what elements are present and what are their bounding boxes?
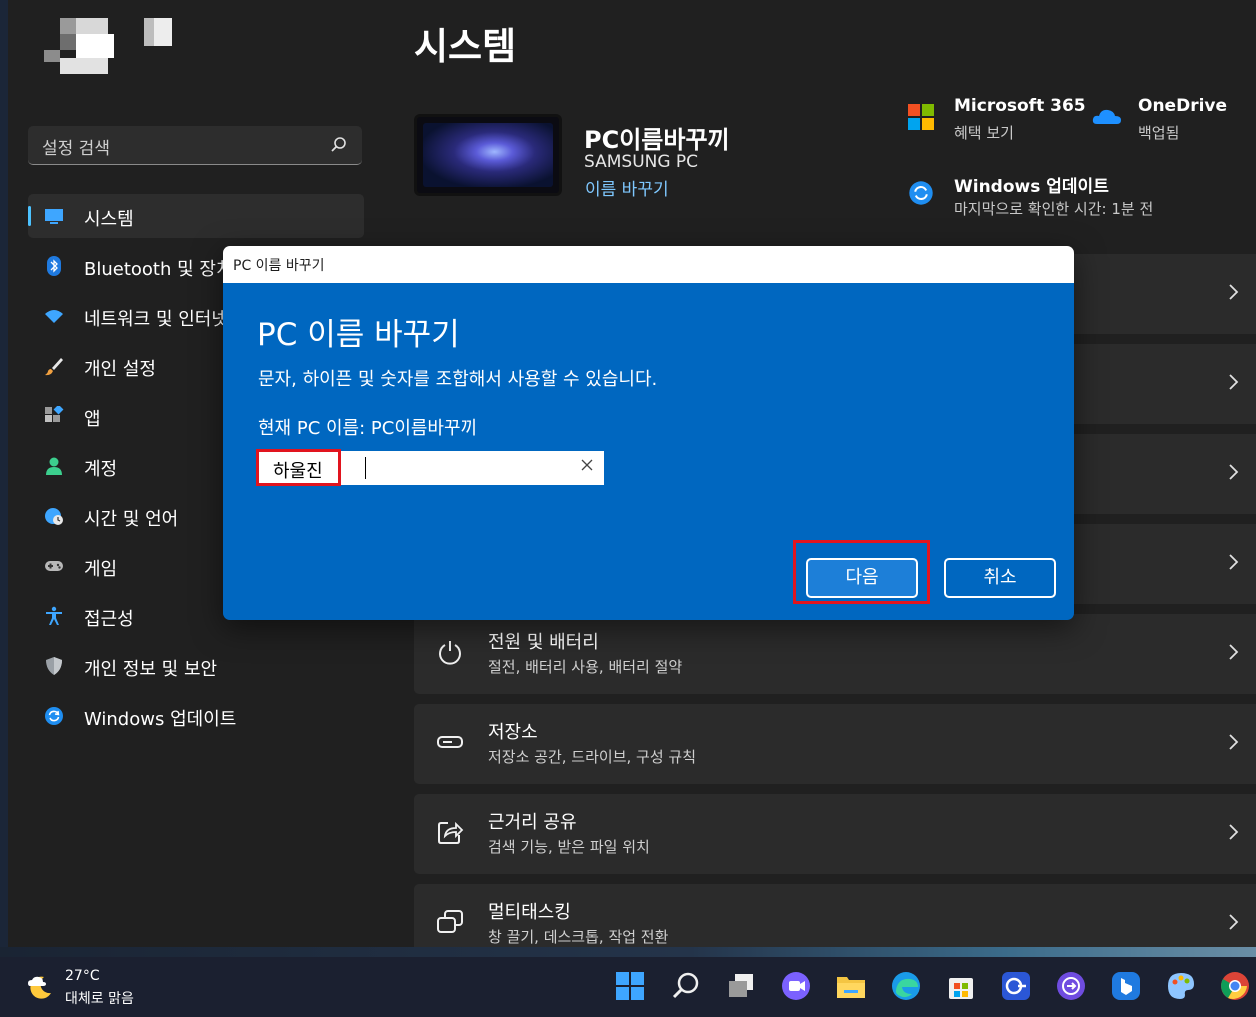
microsoft365-title[interactable]: Microsoft 365 [954, 96, 1086, 116]
shield-icon [46, 657, 62, 675]
sidebar-item-label: 개인 정보 및 보안 [84, 659, 218, 680]
chevron-right-icon [1229, 374, 1239, 390]
device-name: PC이름바꾸끼 [584, 126, 730, 154]
sidebar-item-label: 계정 [84, 459, 118, 480]
storage-icon [437, 736, 463, 748]
sidebar-item-privacy[interactable]: 개인 정보 및 보안 [28, 644, 364, 688]
settings-card-power[interactable]: 전원 및 배터리 절전, 배터리 사용, 배터리 절약 [414, 614, 1256, 694]
multitask-icon [437, 910, 463, 933]
windows-start-icon[interactable] [614, 970, 646, 1002]
card-title: 저장소 [488, 722, 538, 743]
rename-pc-dialog: PC 이름 바꾸기 PC 이름 바꾸기 문자, 하이픈 및 숫자를 조합해서 사… [223, 246, 1074, 620]
onedrive-icon[interactable] [1092, 106, 1122, 126]
file-explorer-icon[interactable] [835, 970, 867, 1002]
sidebar-item-label: 개인 설정 [84, 359, 156, 380]
highlight-box [793, 540, 930, 604]
rename-link[interactable]: 이름 바꾸기 [585, 175, 669, 200]
page-title: 시스템 [414, 25, 517, 68]
sidebar-item-label: 게임 [84, 559, 118, 580]
sidebar-item-windows-update[interactable]: Windows 업데이트 [28, 694, 364, 738]
onedrive-subtitle: 백업됨 [1138, 124, 1180, 142]
highlight-box [256, 449, 341, 486]
brush-icon [45, 358, 63, 376]
update-icon [45, 707, 63, 725]
system-icon [45, 209, 63, 224]
chat-icon[interactable] [780, 970, 812, 1002]
microsoft-logo-icon[interactable] [908, 104, 934, 130]
wifi-icon [45, 310, 63, 323]
sidebar-item-system[interactable]: 시스템 [28, 194, 364, 238]
apps-icon [45, 406, 64, 422]
settings-card-nearby-share[interactable]: 근거리 공유 검색 기능, 받은 파일 위치 [414, 794, 1256, 874]
current-pc-name: 현재 PC 이름: PC이름바꾸끼 [258, 418, 478, 439]
chevron-right-icon [1229, 734, 1239, 750]
sidebar-item-label: 앱 [84, 409, 101, 430]
share-icon [438, 821, 464, 844]
sidebar-item-label: Bluetooth 및 장치 [84, 259, 233, 280]
chevron-right-icon [1229, 824, 1239, 840]
active-indicator [28, 206, 31, 226]
person-icon [46, 457, 62, 475]
store-icon[interactable] [945, 970, 977, 1002]
microsoft365-subtitle: 혜택 보기 [954, 124, 1014, 142]
taskbar: 27°C 대체로 맑음 [0, 957, 1256, 1017]
settings-search-input[interactable]: 설정 검색 [28, 126, 362, 165]
card-subtitle: 절전, 배터리 사용, 배터리 절약 [488, 658, 683, 676]
search-placeholder: 설정 검색 [42, 139, 110, 159]
dialog-window-title: PC 이름 바꾸기 [233, 258, 325, 274]
cancel-button[interactable]: 취소 [944, 558, 1056, 598]
update-icon[interactable] [908, 180, 934, 206]
desktop-edge [0, 0, 8, 947]
card-subtitle: 저장소 공간, 드라이브, 구성 규칙 [488, 748, 697, 766]
chevron-right-icon [1229, 464, 1239, 480]
gamepad-icon [45, 561, 63, 571]
sidebar-item-label: 네트워크 및 인터넷 [84, 309, 228, 330]
device-model: SAMSUNG PC [584, 152, 699, 172]
windows-update-title[interactable]: Windows 업데이트 [954, 172, 1109, 197]
card-title: 전원 및 배터리 [488, 632, 599, 653]
sidebar-item-label: 시간 및 언어 [84, 509, 179, 530]
settings-card-multitasking[interactable]: 멀티태스킹 창 끌기, 데스크톱, 작업 전환 [414, 884, 1256, 947]
weather-description: 대체로 맑음 [65, 991, 134, 1007]
accessibility-icon [46, 606, 62, 625]
dialog-heading: PC 이름 바꾸기 [257, 317, 460, 353]
sidebar-item-label: 접근성 [84, 609, 134, 630]
chevron-right-icon [1229, 284, 1239, 300]
chevron-right-icon [1229, 914, 1239, 930]
task-view-icon[interactable] [725, 970, 757, 1002]
bluetooth-icon [47, 256, 61, 276]
onedrive-title[interactable]: OneDrive [1138, 96, 1227, 116]
paint-icon[interactable] [1165, 970, 1197, 1002]
device-wallpaper-thumbnail [414, 114, 562, 196]
card-title: 멀티태스킹 [488, 902, 571, 923]
chevron-right-icon [1229, 554, 1239, 570]
dialog-description: 문자, 하이픈 및 숫자를 조합해서 사용할 수 있습니다. [258, 369, 658, 390]
desktop-wallpaper-strip [0, 947, 1256, 957]
app-icon[interactable] [1055, 970, 1087, 1002]
dialog-body: PC 이름 바꾸기 문자, 하이픈 및 숫자를 조합해서 사용할 수 있습니다.… [223, 283, 1074, 620]
chrome-icon[interactable] [1219, 970, 1251, 1002]
card-subtitle: 창 끌기, 데스크톱, 작업 전환 [488, 928, 669, 946]
sidebar-item-label: 시스템 [84, 209, 134, 230]
card-subtitle: 검색 기능, 받은 파일 위치 [488, 838, 650, 856]
settings-card-storage[interactable]: 저장소 저장소 공간, 드라이브, 구성 규칙 [414, 704, 1256, 784]
user-avatar[interactable] [44, 14, 184, 78]
weather-temperature: 27°C [65, 968, 100, 984]
search-icon[interactable] [670, 970, 702, 1002]
weather-moon-cloud-icon[interactable] [24, 971, 54, 1001]
search-icon[interactable] [330, 136, 348, 154]
globe-clock-icon [45, 508, 63, 525]
clear-icon[interactable] [580, 458, 594, 472]
sidebar-item-label: Windows 업데이트 [84, 709, 237, 730]
power-icon [439, 641, 461, 665]
text-caret [365, 457, 366, 479]
windows-update-subtitle: 마지막으로 확인한 시간: 1분 전 [954, 200, 1154, 218]
app-icon[interactable] [1000, 970, 1032, 1002]
edge-icon[interactable] [890, 970, 922, 1002]
bing-icon[interactable] [1110, 970, 1142, 1002]
card-title: 근거리 공유 [488, 812, 577, 833]
chevron-right-icon [1229, 644, 1239, 660]
dialog-titlebar[interactable]: PC 이름 바꾸기 [223, 246, 1074, 283]
